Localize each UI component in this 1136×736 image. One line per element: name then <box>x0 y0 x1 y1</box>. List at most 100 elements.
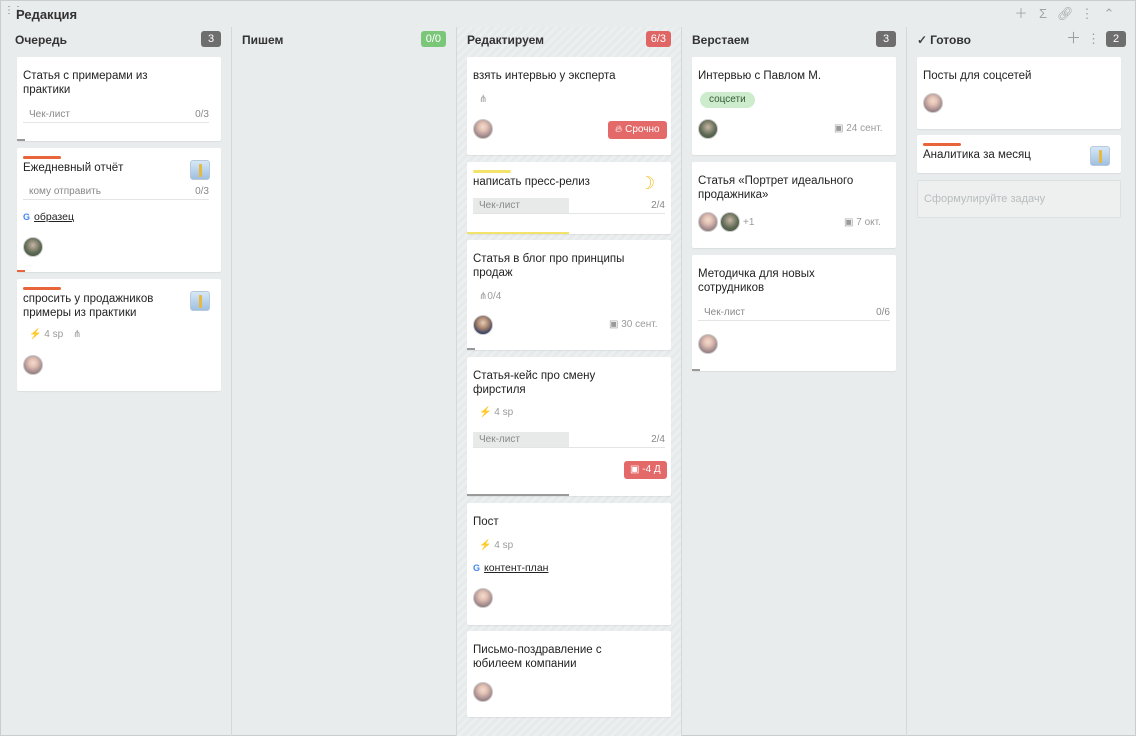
column-header: Очередь 3 <box>1 27 231 53</box>
task-card[interactable]: Статья «Портрет идеального продажника» +… <box>692 162 896 248</box>
avatar[interactable] <box>698 334 718 354</box>
sigma-icon[interactable]: Σ <box>1035 5 1051 23</box>
calendar-icon: ▣ <box>630 464 640 475</box>
progress-bar <box>17 270 25 272</box>
checklist[interactable]: Чек-лист 2/4 <box>473 432 665 448</box>
banana-icon: ☽ <box>639 173 656 193</box>
assignee-robot-icon <box>1090 146 1110 166</box>
bolt-icon: ⚡ <box>29 329 42 340</box>
card-title: Интервью с Павлом М. <box>698 70 822 82</box>
card-title: написать пресс-релиз <box>473 176 590 188</box>
attachment-link[interactable]: Gконтент-план <box>473 562 548 574</box>
bolt-icon: ⚡ <box>479 407 492 418</box>
avatar[interactable] <box>473 682 493 702</box>
subtasks-icon[interactable]: ⋔ <box>73 329 81 341</box>
tag-label[interactable]: соцсети <box>700 92 755 108</box>
bolt-icon: ⚡ <box>479 540 492 551</box>
color-strip <box>23 156 61 159</box>
avatar[interactable] <box>473 315 493 335</box>
task-card[interactable]: написать пресс-релиз ☽ Чек-лист 2/4 <box>467 162 671 234</box>
collapse-icon[interactable]: ⌃ <box>1101 5 1117 23</box>
card-title: Методичка для новых сотрудников <box>698 268 815 294</box>
checklist[interactable]: Чек-лист 0/6 <box>698 305 890 321</box>
task-card[interactable]: Пост ⚡ 4 sp Gконтент-план <box>467 503 671 625</box>
column-header: Редактируем 6/3 <box>457 27 681 53</box>
column-title: ✓ Готово <box>917 33 971 47</box>
due-date[interactable]: ▣ 7 окт. <box>844 217 881 229</box>
avatar[interactable] <box>23 355 43 375</box>
task-card[interactable]: Статья в блог про принципы продаж ⋔0/4 ▣… <box>467 240 671 350</box>
card-title: Письмо-поздравление с юбилеем компании <box>473 644 602 670</box>
task-card[interactable]: взять интервью у эксперта ⋔ 🔥︎ Срочно <box>467 57 671 155</box>
plus-icon[interactable]: ＋ <box>1066 31 1081 47</box>
avatar[interactable] <box>923 93 943 113</box>
plus-icon[interactable]: ＋ <box>1013 5 1029 23</box>
overdue-badge[interactable]: ▣ -4 Д <box>624 461 667 479</box>
column-editing: Редактируем 6/3 взять интервью у эксперт… <box>456 27 681 736</box>
due-date[interactable]: ▣ 24 сент. <box>834 123 882 135</box>
card-title: Статья «Портрет идеального продажника» <box>698 175 854 201</box>
story-points: ⚡ 4 sp <box>479 540 514 551</box>
checklist[interactable]: Чек-лист 2/4 <box>473 198 665 214</box>
checklist[interactable]: кому отправить 0/3 <box>23 184 209 200</box>
column-count-badge: 0/0 <box>420 31 446 47</box>
column-queue: Очередь 3 Статья с примерами из практики… <box>1 27 231 736</box>
google-icon: G <box>473 563 481 573</box>
assignee-robot-icon <box>190 160 210 180</box>
avatar[interactable] <box>698 212 718 232</box>
card-title: взять интервью у эксперта <box>473 70 616 82</box>
task-card[interactable]: Ежедневный отчёт кому отправить 0/3 Gобр… <box>17 148 221 272</box>
new-task-input[interactable]: Сформулируйте задачу <box>917 180 1121 218</box>
due-date[interactable]: ▣ 30 сент. <box>609 319 657 331</box>
color-strip <box>923 143 961 146</box>
board-title: Редакция <box>16 7 78 22</box>
avatar[interactable] <box>473 119 493 139</box>
card-title: Статья в блог про принципы продаж <box>473 253 625 279</box>
task-card[interactable]: спросить у продажников примеры из практи… <box>17 279 221 391</box>
task-card[interactable]: Методичка для новых сотрудников Чек-лист… <box>692 255 896 371</box>
drag-handle-icon[interactable]: ⋮⋮ <box>4 6 23 20</box>
card-title: Аналитика за месяц <box>923 149 1031 161</box>
column-layout: Верстаем 3 Интервью с Павлом М. соцсети … <box>681 27 906 736</box>
avatar[interactable] <box>698 119 718 139</box>
urgent-badge: 🔥︎ Срочно <box>608 121 667 139</box>
column-title: Редактируем <box>467 33 545 47</box>
color-strip <box>473 170 511 173</box>
story-points: ⚡ 4 sp <box>29 329 64 340</box>
column-header: Пишем 0/0 <box>232 27 456 53</box>
column-count-badge: 6/3 <box>645 31 671 47</box>
more-icon[interactable]: ⋮ <box>1087 31 1100 47</box>
story-points: ⚡ 4 sp <box>479 407 514 418</box>
more-icon[interactable]: ⋮ <box>1079 5 1095 23</box>
assignee-robot-icon <box>190 291 210 311</box>
progress-bar <box>17 139 25 141</box>
board-header: ⋮⋮ Редакция ＋ Σ 🔗︎ ⋮ ⌃ <box>1 1 1135 27</box>
extra-members[interactable]: +1 <box>743 217 754 229</box>
subtasks-icon[interactable]: ⋔ <box>479 94 487 106</box>
avatar[interactable] <box>23 237 43 257</box>
avatar[interactable] <box>720 212 740 232</box>
column-title: Верстаем <box>692 33 750 47</box>
attachment-link[interactable]: Gобразец <box>23 211 74 223</box>
column-count-badge: 3 <box>876 31 896 47</box>
calendar-icon: ▣ <box>844 217 854 228</box>
card-title: Ежедневный отчёт <box>23 162 124 174</box>
fire-icon: 🔥︎ <box>615 124 623 135</box>
subtasks[interactable]: ⋔0/4 <box>479 291 501 303</box>
task-card[interactable]: Посты для соцсетей <box>917 57 1121 129</box>
task-card[interactable]: Письмо-поздравление с юбилеем компании <box>467 631 671 717</box>
task-card[interactable]: Интервью с Павлом М. соцсети ▣ 24 сент. <box>692 57 896 155</box>
link-icon[interactable]: 🔗︎ <box>1057 5 1074 23</box>
card-title: Статья-кейс про смену фирстиля <box>473 370 596 396</box>
checklist[interactable]: Чек-лист 0/3 <box>23 107 209 123</box>
column-writing: Пишем 0/0 <box>231 27 456 736</box>
column-count-badge: 2 <box>1106 31 1126 47</box>
card-title: Пост <box>473 516 499 528</box>
task-card[interactable]: Статья с примерами из практики Чек-лист … <box>17 57 221 141</box>
task-card[interactable]: Аналитика за месяц <box>917 135 1121 173</box>
column-title: Очередь <box>15 33 67 47</box>
kanban-board: ⋮⋮ Редакция ＋ Σ 🔗︎ ⋮ ⌃ Очередь 3 Статья … <box>0 0 1136 736</box>
column-header: ✓ Готово ＋ ⋮ 2 <box>907 27 1136 53</box>
task-card[interactable]: Статья-кейс про смену фирстиля ⚡ 4 sp Че… <box>467 357 671 496</box>
avatar[interactable] <box>473 588 493 608</box>
